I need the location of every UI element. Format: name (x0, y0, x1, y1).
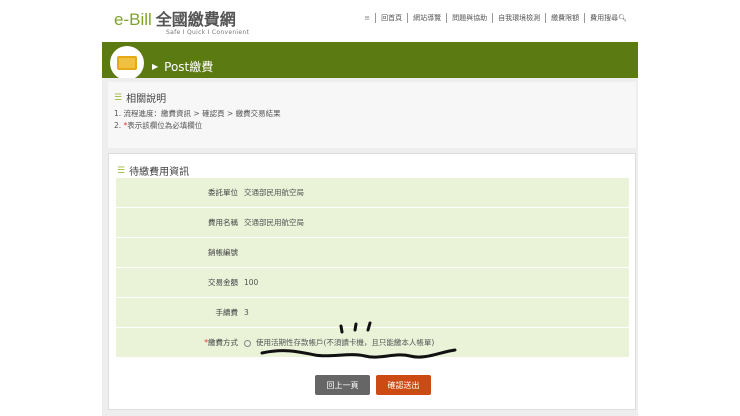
scribble-annotation (260, 321, 457, 359)
